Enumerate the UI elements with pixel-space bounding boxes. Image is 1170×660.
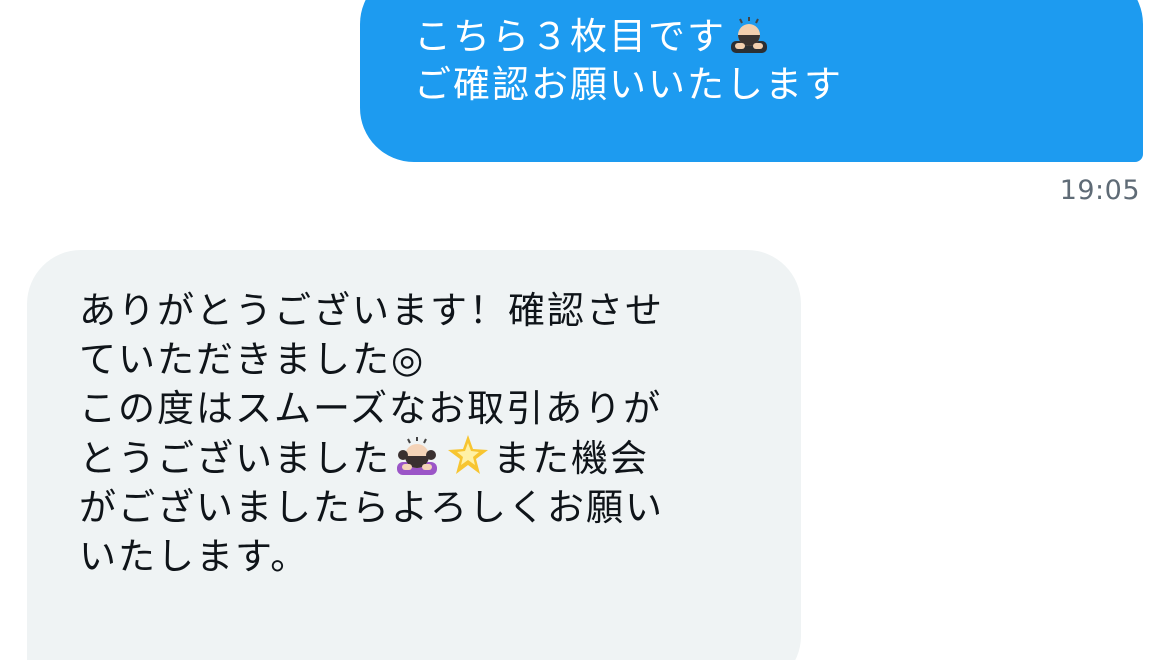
incoming-message-line-1: ありがとうございます！確認させ bbox=[79, 289, 664, 332]
incoming-message-line-6: いたします。 bbox=[79, 535, 310, 578]
outgoing-message-line-1: こちら３枚目です bbox=[414, 13, 1103, 61]
incoming-message-line-2: ていただきました◎ bbox=[79, 338, 426, 381]
incoming-message-line-3: この度はスムーズなお取引ありが bbox=[79, 387, 663, 430]
outgoing-message-bubble[interactable]: こちら３枚目です ご確認お願いいたします bbox=[360, 0, 1143, 162]
outgoing-message-text-1: こちら３枚目です bbox=[414, 15, 726, 58]
message-timestamp: 19:05 bbox=[1059, 175, 1140, 206]
incoming-message-text-4a: とうございました bbox=[79, 437, 391, 480]
person-bowing-emoji-icon bbox=[729, 15, 769, 55]
incoming-message-line-4: とうございました また機会 bbox=[79, 433, 771, 483]
incoming-message-line-5: がございましたらよろしくお願い bbox=[79, 486, 664, 529]
glowing-star-emoji-icon bbox=[446, 433, 490, 477]
incoming-message-bubble[interactable]: ありがとうございます！確認させ ていただきました◎ この度はスムーズなお取引あり… bbox=[27, 250, 801, 660]
woman-bowing-emoji-icon bbox=[394, 435, 440, 477]
incoming-message-text-4b: また機会 bbox=[493, 437, 649, 480]
message-thread: こちら３枚目です ご確認お願いいたします 19:05 ありがとうございます！確認… bbox=[0, 0, 1170, 660]
outgoing-message-line-2: ご確認お願いいたします bbox=[414, 63, 843, 106]
